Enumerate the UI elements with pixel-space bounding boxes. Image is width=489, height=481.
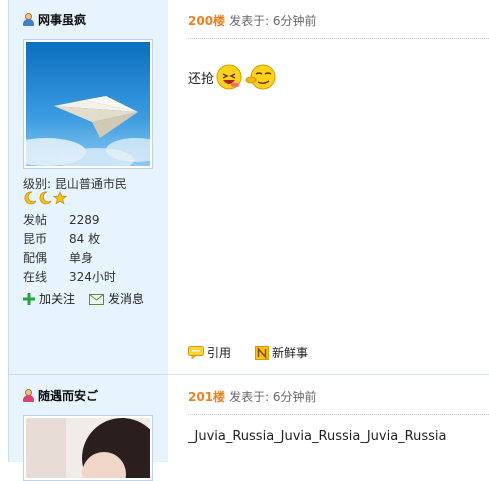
- send-message-button[interactable]: 发消息: [89, 290, 144, 307]
- header-divider: [188, 414, 489, 415]
- username[interactable]: 网事虽疯: [38, 11, 86, 28]
- user-info-sidebar: 网事虽疯 级别: 昆山普通市民 发帖 2289 昆币 84 枚 配偶 单身 在线…: [6, 0, 169, 481]
- envelope-icon: [89, 293, 105, 305]
- smug-emoji-icon: [245, 64, 276, 90]
- user-level: 级别: 昆山普通市民: [23, 177, 127, 191]
- plus-icon: [23, 292, 35, 305]
- username[interactable]: 随遇而安ご: [38, 387, 98, 404]
- post-time: 发表于: 6分钟前: [229, 14, 317, 28]
- fresh-news-icon: [255, 345, 270, 360]
- stat-coins: 昆币 84 枚: [23, 232, 101, 246]
- user-stats: 发帖 2289 昆币 84 枚 配偶 单身 在线 324小时: [23, 211, 116, 287]
- user-name-row[interactable]: 网事虽疯: [23, 11, 86, 28]
- laughing-emoji-icon: [216, 64, 242, 90]
- floor-number[interactable]: 201楼: [188, 388, 225, 405]
- moon-icon: [24, 191, 37, 205]
- user-name-row[interactable]: 随遇而安ご: [23, 387, 98, 404]
- stat-online: 在线 324小时: [23, 270, 116, 284]
- female-user-icon: [23, 389, 34, 402]
- quote-button[interactable]: 引用: [188, 344, 231, 361]
- avatar[interactable]: [23, 415, 153, 481]
- user-actions: 加关注 发消息: [23, 290, 144, 307]
- avatar[interactable]: [6, 39, 166, 172]
- level-value: 昆山普通市民: [54, 177, 127, 191]
- post-time: 发表于: 6分钟前: [229, 390, 317, 404]
- header-divider: [188, 38, 489, 39]
- post-content: _Juvia_Russia_Juvia_Russia_Juvia_Russia: [188, 429, 447, 444]
- moon-icon: [39, 191, 52, 205]
- quote-bubble-icon: [188, 346, 204, 359]
- portrait-avatar-image: [26, 418, 152, 480]
- post-list: 200楼 发表于: 6分钟前 还抢 引用 新鲜事 201楼 发表于: 6分钟前 …: [168, 0, 489, 462]
- share-fresh-button[interactable]: 新鲜事: [255, 344, 308, 361]
- post-header: 200楼 发表于: 6分钟前: [188, 12, 317, 29]
- post-header: 201楼 发表于: 6分钟前: [188, 388, 317, 405]
- paper-plane-avatar-image: [6, 42, 166, 172]
- level-badges: [23, 191, 67, 205]
- floor-number[interactable]: 200楼: [188, 12, 225, 29]
- stat-spouse: 配偶 单身: [23, 251, 94, 265]
- follow-button[interactable]: 加关注: [23, 290, 75, 307]
- post-separator: [9, 374, 168, 375]
- star-icon: [53, 191, 67, 205]
- post-separator: [168, 374, 489, 375]
- post-footer: 引用 新鲜事: [188, 344, 308, 361]
- post-content: 还抢: [188, 63, 277, 91]
- stat-posts: 发帖 2289: [23, 213, 100, 227]
- male-user-icon: [23, 13, 34, 26]
